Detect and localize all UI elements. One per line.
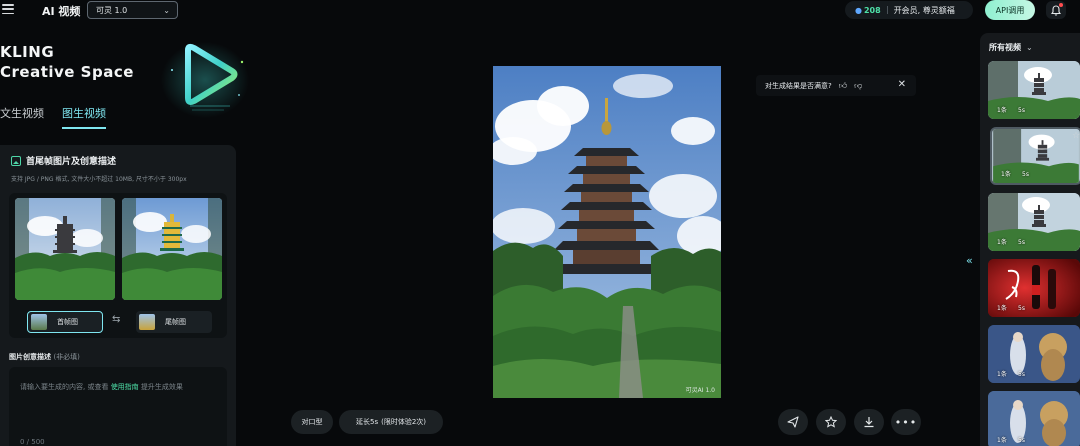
description-label: 图片创意描述 (非必填)	[9, 352, 80, 362]
favorite-button[interactable]	[816, 409, 846, 435]
divider	[886, 6, 888, 14]
char-count: 0 / 500	[20, 438, 45, 446]
history-count: 1条	[997, 305, 1007, 312]
extend-button[interactable]: 延长5s (限时体验2次)	[339, 410, 443, 434]
history-item[interactable]: 1条 5s	[988, 259, 1080, 317]
extend-label: 延长5s	[355, 418, 379, 426]
first-frame-button[interactable]: 首帧图	[27, 311, 103, 333]
water-drop-icon: ●	[855, 5, 862, 15]
menu-icon[interactable]	[2, 4, 14, 14]
share-button[interactable]	[778, 409, 808, 435]
history-duration: 5s	[1018, 305, 1025, 312]
panel-title: 首尾帧图片及创意描述	[26, 157, 117, 167]
app-title: AI 视频	[42, 5, 81, 18]
history-count: 1条	[997, 371, 1007, 378]
model-select[interactable]: 可灵 1.0 ⌄	[87, 1, 178, 19]
frame-upload-area: 首帧图 ⇆ 尾帧图	[9, 193, 227, 338]
last-frame-mini-thumb	[139, 314, 155, 330]
notification-dot	[1059, 3, 1063, 7]
api-button[interactable]: API调用	[985, 0, 1035, 20]
download-button[interactable]	[854, 409, 884, 435]
history-panel: 所有视频 ⌄ 1条 5s 1条 5s 1条 5s 1条 5s 1条 5s 1条 …	[980, 33, 1080, 446]
download-icon	[864, 417, 874, 428]
history-duration: 5s	[1018, 107, 1025, 114]
description-label-text: 图片创意描述	[9, 353, 51, 361]
history-title: 所有视频	[989, 43, 1021, 52]
credits-count: 208	[863, 5, 881, 15]
history-count: 1条	[997, 239, 1007, 246]
thumbs-down-icon[interactable]: 👎︎	[854, 81, 862, 91]
feedback-bar: 对生成结果是否满意? 👍︎ 👎︎ ✕	[756, 75, 916, 96]
star-icon	[825, 416, 837, 428]
chevron-down-icon: ⌄	[1026, 43, 1033, 52]
vip-link[interactable]: 开会员, 尊灵额福	[894, 5, 955, 16]
video-preview[interactable]: 可灵AI 1.0	[493, 66, 721, 398]
swap-frames-icon[interactable]: ⇆	[112, 314, 120, 325]
placeholder-text-tail: 提升生成效果	[140, 383, 183, 391]
panel-header: 首尾帧图片及创意描述	[11, 154, 116, 167]
feedback-question: 对生成结果是否满意?	[765, 81, 832, 90]
history-duration: 5s	[1018, 371, 1025, 378]
extend-note: (限时体验2次)	[381, 418, 427, 426]
pagoda-video-frame	[493, 66, 721, 398]
upload-hint: 支持 JPG / PNG 格式, 文件大小不超过 10MB, 尺寸不小于 300…	[11, 176, 187, 183]
history-duration: 5s	[1018, 437, 1025, 444]
history-duration: 5s	[1018, 239, 1025, 246]
last-frame-thumbnail[interactable]	[122, 198, 222, 300]
history-item[interactable]: 1条 5s	[988, 391, 1080, 446]
tab-text-to-video[interactable]: 文生视频	[0, 105, 44, 129]
last-frame-button[interactable]: 尾帧图	[136, 311, 212, 333]
model-select-value: 可灵 1.0	[96, 5, 128, 15]
brand-line-2: Creative Space	[0, 63, 134, 81]
description-placeholder: 请输入要生成的内容, 或查看 使用指南 提升生成效果	[20, 382, 183, 392]
history-count: 1条	[1001, 171, 1011, 178]
history-item[interactable]: 1条 5s	[988, 61, 1080, 119]
first-frame-image	[15, 198, 115, 300]
credits-pill[interactable]: ● 208 开会员, 尊灵额福	[845, 1, 973, 19]
more-button[interactable]: •••	[891, 409, 921, 435]
first-frame-label: 首帧图	[57, 318, 78, 326]
history-duration: 5s	[1022, 171, 1029, 178]
lip-sync-button[interactable]: 对口型	[291, 410, 333, 434]
brand-line-1: KLING	[0, 43, 55, 61]
more-icon: •••	[894, 415, 918, 429]
history-count: 1条	[997, 437, 1007, 444]
history-count: 1条	[997, 107, 1007, 114]
image-icon	[11, 155, 21, 166]
tab-image-to-video[interactable]: 图生视频	[62, 105, 106, 129]
description-textarea[interactable]: 请输入要生成的内容, 或查看 使用指南 提升生成效果 0 / 500	[9, 367, 227, 446]
video-watermark: 可灵AI 1.0	[685, 387, 715, 394]
history-item[interactable]: 1条 5s	[988, 193, 1080, 251]
history-item[interactable]: 1条 5s	[988, 325, 1080, 383]
thumbs-up-icon[interactable]: 👍︎	[839, 81, 847, 91]
image-panel: 首尾帧图片及创意描述 支持 JPG / PNG 格式, 文件大小不超过 10MB…	[0, 145, 236, 446]
guide-link[interactable]: 使用指南	[111, 383, 139, 391]
kling-logo-icon	[161, 42, 249, 118]
placeholder-text: 请输入要生成的内容, 或查看	[20, 383, 109, 391]
last-frame-image	[122, 198, 222, 300]
close-icon[interactable]: ✕	[898, 79, 906, 90]
last-frame-label: 尾帧图	[165, 318, 186, 326]
mode-tabs: 文生视频 图生视频	[0, 105, 124, 129]
app: AI 视频 可灵 1.0 ⌄ ● 208 开会员, 尊灵额福 API调用 KLI…	[0, 0, 1080, 446]
send-icon	[787, 416, 799, 428]
first-frame-mini-thumb	[31, 314, 47, 330]
chevron-down-icon: ⌄	[163, 6, 170, 15]
first-frame-thumbnail[interactable]	[15, 198, 115, 300]
collapse-panel-icon[interactable]: «	[966, 254, 980, 270]
brand-title: KLING Creative Space	[0, 42, 134, 82]
optional-tag: (非必填)	[53, 353, 80, 361]
star-icon[interactable]: ☆	[1072, 131, 1080, 141]
history-item[interactable]: 1条 5s	[990, 127, 1080, 185]
bell-button[interactable]	[1046, 1, 1066, 19]
history-filter[interactable]: 所有视频 ⌄	[989, 42, 1033, 53]
top-bar: AI 视频 可灵 1.0 ⌄ ● 208 开会员, 尊灵额福 API调用	[0, 0, 1080, 22]
